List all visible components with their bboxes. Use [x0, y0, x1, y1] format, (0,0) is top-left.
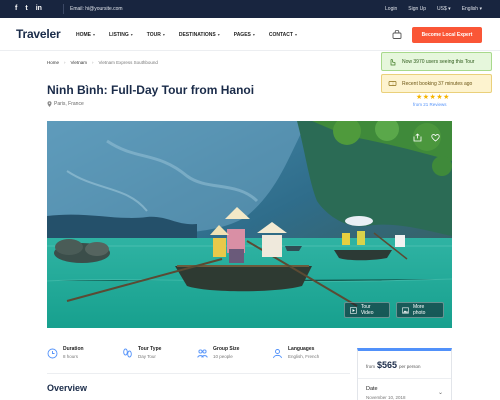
top-bar: f t in Email: hi@yoursite.com Login Sign…: [0, 0, 500, 18]
currency-dropdown[interactable]: US$ ▾: [437, 6, 451, 12]
more-photo-label: More photo: [412, 304, 426, 316]
tour-video-label: Tour Video: [360, 304, 374, 316]
currency-label: US$: [437, 6, 447, 12]
price-per-label: per person: [399, 364, 421, 369]
site-logo[interactable]: Traveler: [16, 27, 61, 41]
booking-divider: [358, 378, 451, 379]
breadcrumb-separator: ›: [91, 60, 94, 65]
nav-tour-label: TOUR: [146, 32, 161, 38]
footprints-icon: [123, 348, 132, 358]
language-label: English: [461, 6, 479, 12]
chevron-down-icon: ▾: [130, 32, 133, 37]
chevron-down-icon: ▾: [162, 32, 165, 37]
topbar-links: Login Sign Up US$ ▾ English ▾: [385, 6, 482, 12]
chevron-down-icon: ▾: [217, 32, 220, 37]
nav-destinations-label: DESTINATIONS: [178, 32, 216, 38]
breadcrumb: Home › Vietnam › Vietnam Express Southbo…: [47, 60, 158, 65]
more-photo-button[interactable]: More photo: [396, 302, 444, 318]
price-from-label: from: [366, 364, 375, 369]
group-icon: [197, 349, 208, 358]
chevron-down-icon: ▾: [252, 32, 255, 37]
nav-contact[interactable]: CONTACT ▾: [269, 32, 297, 38]
tour-title: Ninh Bình: Full-Day Tour from Hanoi: [47, 83, 255, 97]
nav-home-label: HOME: [76, 32, 91, 38]
nav-listing[interactable]: LISTING ▾: [109, 32, 133, 38]
tour-type-value: Day Tour: [138, 354, 156, 359]
language-dropdown[interactable]: English ▾: [462, 6, 482, 12]
chevron-down-icon: ▾: [448, 6, 451, 12]
info-tour-type: Tour Type Day Tour: [122, 346, 197, 359]
ha-long-bay-photo: [47, 121, 452, 328]
tour-type-label: Tour Type: [138, 346, 162, 352]
image-icon: [402, 307, 409, 313]
topbar-divider: [63, 4, 64, 14]
booking-notification: Recent booking 37 minutes ago: [381, 74, 492, 93]
languages-label: Languages: [288, 346, 315, 352]
nav-listing-label: LISTING: [109, 32, 129, 38]
viewers-text: Now 3970 users seeing this Tour: [402, 58, 475, 65]
info-group-size: Group Size 10 people: [197, 346, 272, 359]
reviews-link[interactable]: from 21 Reviews: [413, 102, 447, 107]
duration-label: Duration: [63, 346, 84, 352]
tour-video-button[interactable]: Tour Video: [344, 302, 390, 318]
become-local-expert-button[interactable]: Become Local Expert: [412, 27, 482, 43]
main-nav: HOME ▾ LISTING ▾ TOUR ▾ DESTINATIONS ▾ PAGES…: [76, 32, 297, 38]
tour-info-row: Duration 8 hours Tour Type Day Tour Grou…: [47, 346, 350, 359]
social-links: f t in: [15, 5, 42, 12]
breadcrumb-home[interactable]: Home: [47, 60, 59, 65]
hand-pointer-icon: [390, 58, 396, 66]
date-field[interactable]: November 10, 2018: [366, 395, 406, 400]
shopping-bag-icon[interactable]: [392, 30, 402, 39]
info-divider: [47, 373, 350, 374]
languages-value: English, French: [288, 354, 320, 359]
nav-pages[interactable]: PAGES ▾: [234, 32, 255, 38]
tour-hero-image[interactable]: Tour Video More photo: [47, 121, 452, 328]
info-duration: Duration 8 hours: [47, 346, 122, 359]
chevron-down-icon: ▾: [294, 32, 297, 37]
signup-link[interactable]: Sign Up: [408, 6, 426, 12]
group-size-label: Group Size: [213, 346, 240, 352]
booking-panel: from $565 per person Date November 10, 2…: [357, 348, 452, 400]
twitter-icon[interactable]: t: [25, 5, 27, 12]
nav-tour[interactable]: TOUR ▾: [147, 32, 165, 38]
info-languages: Languages English, French: [272, 346, 347, 359]
nav-pages-label: PAGES: [233, 32, 251, 38]
clock-icon: [47, 348, 58, 359]
breadcrumb-current: Vietnam Express Southbound: [98, 60, 158, 65]
nav-home[interactable]: HOME ▾: [76, 32, 95, 38]
star-rating: ★★★★★: [416, 94, 450, 101]
contact-email[interactable]: Email: hi@yoursite.com: [70, 6, 123, 12]
main-header: Traveler HOME ▾ LISTING ▾ TOUR ▾ DESTINATIO…: [0, 18, 500, 51]
linkedin-icon[interactable]: in: [36, 5, 42, 12]
nav-contact-label: CONTACT: [268, 32, 293, 38]
ticket-icon: [388, 81, 397, 86]
user-icon: [273, 349, 282, 359]
location-text: Paris, France: [54, 101, 84, 107]
login-link[interactable]: Login: [385, 6, 397, 12]
duration-value: 8 hours: [63, 354, 79, 359]
group-size-value: 10 people: [213, 354, 233, 359]
chevron-down-icon[interactable]: ⌄: [438, 389, 443, 396]
chevron-down-icon: ▾: [479, 6, 482, 12]
facebook-icon[interactable]: f: [15, 5, 17, 12]
booking-text: Recent booking 37 minutes ago: [402, 80, 473, 87]
date-label: Date: [366, 386, 378, 392]
heart-icon[interactable]: [431, 133, 440, 142]
map-pin-icon: [47, 101, 52, 107]
breadcrumb-separator: ›: [64, 60, 66, 65]
nav-destinations[interactable]: DESTINATIONS ▾: [179, 32, 220, 38]
viewers-notification: Now 3970 users seeing this Tour: [381, 52, 492, 71]
share-icon[interactable]: [413, 133, 422, 142]
price-value: $565: [377, 360, 398, 370]
breadcrumb-vietnam[interactable]: Vietnam: [71, 60, 87, 65]
tour-location: Paris, France: [47, 101, 84, 107]
play-icon: [350, 306, 357, 314]
price-line: from $565 per person: [366, 360, 421, 370]
chevron-down-icon: ▾: [93, 32, 96, 37]
overview-heading: Overview: [47, 383, 88, 393]
